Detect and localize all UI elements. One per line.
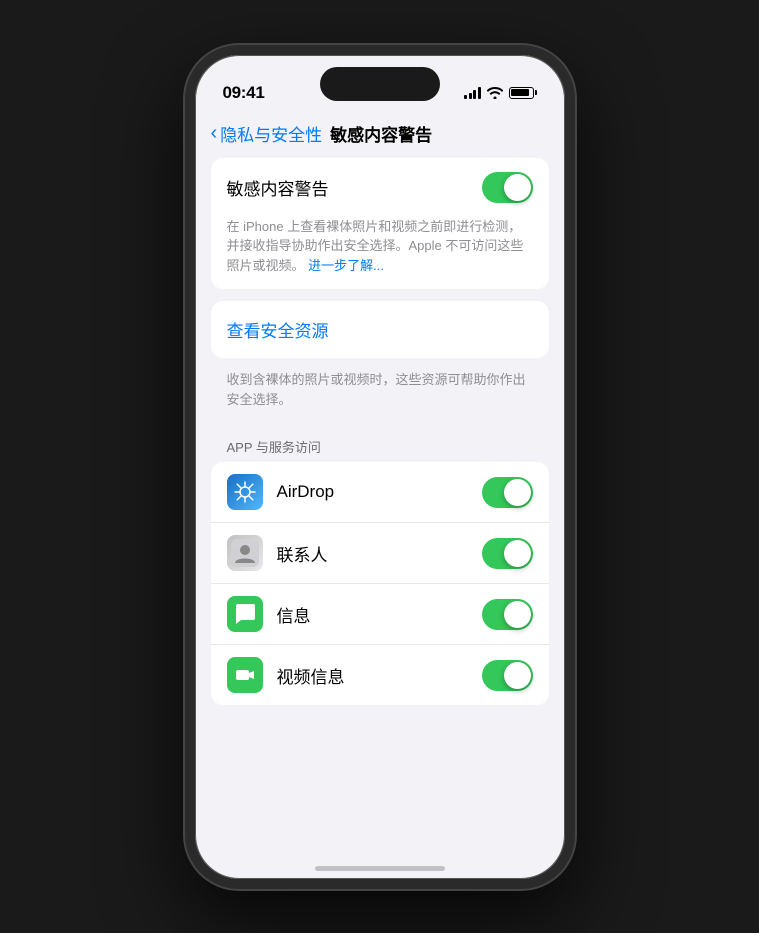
safety-description: 收到含裸体的照片或视频时，这些资源可帮助你作出安全选择。 xyxy=(211,364,549,423)
main-toggle-label: 敏感内容警告 xyxy=(227,175,329,200)
messages-name: 信息 xyxy=(277,602,468,627)
back-label: 隐私与安全性 xyxy=(220,121,322,146)
facetime-toggle[interactable] xyxy=(482,660,533,691)
messages-toggle[interactable] xyxy=(482,599,533,630)
page-title: 敏感内容警告 xyxy=(330,121,432,146)
home-indicator xyxy=(315,866,445,871)
app-list-card: AirDrop xyxy=(211,462,549,705)
safety-link-row: 查看安全资源 xyxy=(211,301,549,358)
chevron-left-icon: ‹ xyxy=(211,123,218,143)
battery-icon xyxy=(509,87,537,99)
contacts-name: 联系人 xyxy=(277,541,468,566)
airdrop-name: AirDrop xyxy=(277,482,468,502)
status-time: 09:41 xyxy=(223,83,265,103)
content-area: 敏感内容警告 在 iPhone 上查看裸体照片和视频之前即进行检测，并接收指导协… xyxy=(195,158,565,872)
airdrop-toggle[interactable] xyxy=(482,477,533,508)
status-icons xyxy=(464,87,537,99)
learn-more-link[interactable]: 进一步了解... xyxy=(308,258,384,273)
sensitive-content-toggle-row: 敏感内容警告 xyxy=(211,158,549,217)
signal-bars-icon xyxy=(464,87,481,99)
facetime-name: 视频信息 xyxy=(277,663,468,688)
main-toggle-card: 敏感内容警告 在 iPhone 上查看裸体照片和视频之前即进行检测，并接收指导协… xyxy=(211,158,549,290)
facetime-icon xyxy=(227,657,263,693)
sensitive-content-toggle[interactable] xyxy=(482,172,533,203)
safety-resources-card: 查看安全资源 xyxy=(211,301,549,358)
messages-row: 信息 xyxy=(211,584,549,645)
phone-frame: 09:41 ‹ 隐私与安全性 敏感内容警告 xyxy=(185,45,575,889)
airdrop-icon xyxy=(227,474,263,510)
main-description: 在 iPhone 上查看裸体照片和视频之前即进行检测，并接收指导协助作出安全选择… xyxy=(211,217,549,290)
contacts-toggle[interactable] xyxy=(482,538,533,569)
app-section-header: APP 与服务访问 xyxy=(211,423,549,462)
safety-resources-link[interactable]: 查看安全资源 xyxy=(227,322,329,341)
dynamic-island xyxy=(320,67,440,101)
messages-icon xyxy=(227,596,263,632)
contacts-row: 联系人 xyxy=(211,523,549,584)
airdrop-row: AirDrop xyxy=(211,462,549,523)
back-button[interactable]: ‹ 隐私与安全性 xyxy=(211,121,323,146)
nav-bar: ‹ 隐私与安全性 敏感内容警告 xyxy=(195,113,565,158)
wifi-icon xyxy=(487,87,503,99)
contacts-icon xyxy=(227,535,263,571)
facetime-row: 视频信息 xyxy=(211,645,549,705)
